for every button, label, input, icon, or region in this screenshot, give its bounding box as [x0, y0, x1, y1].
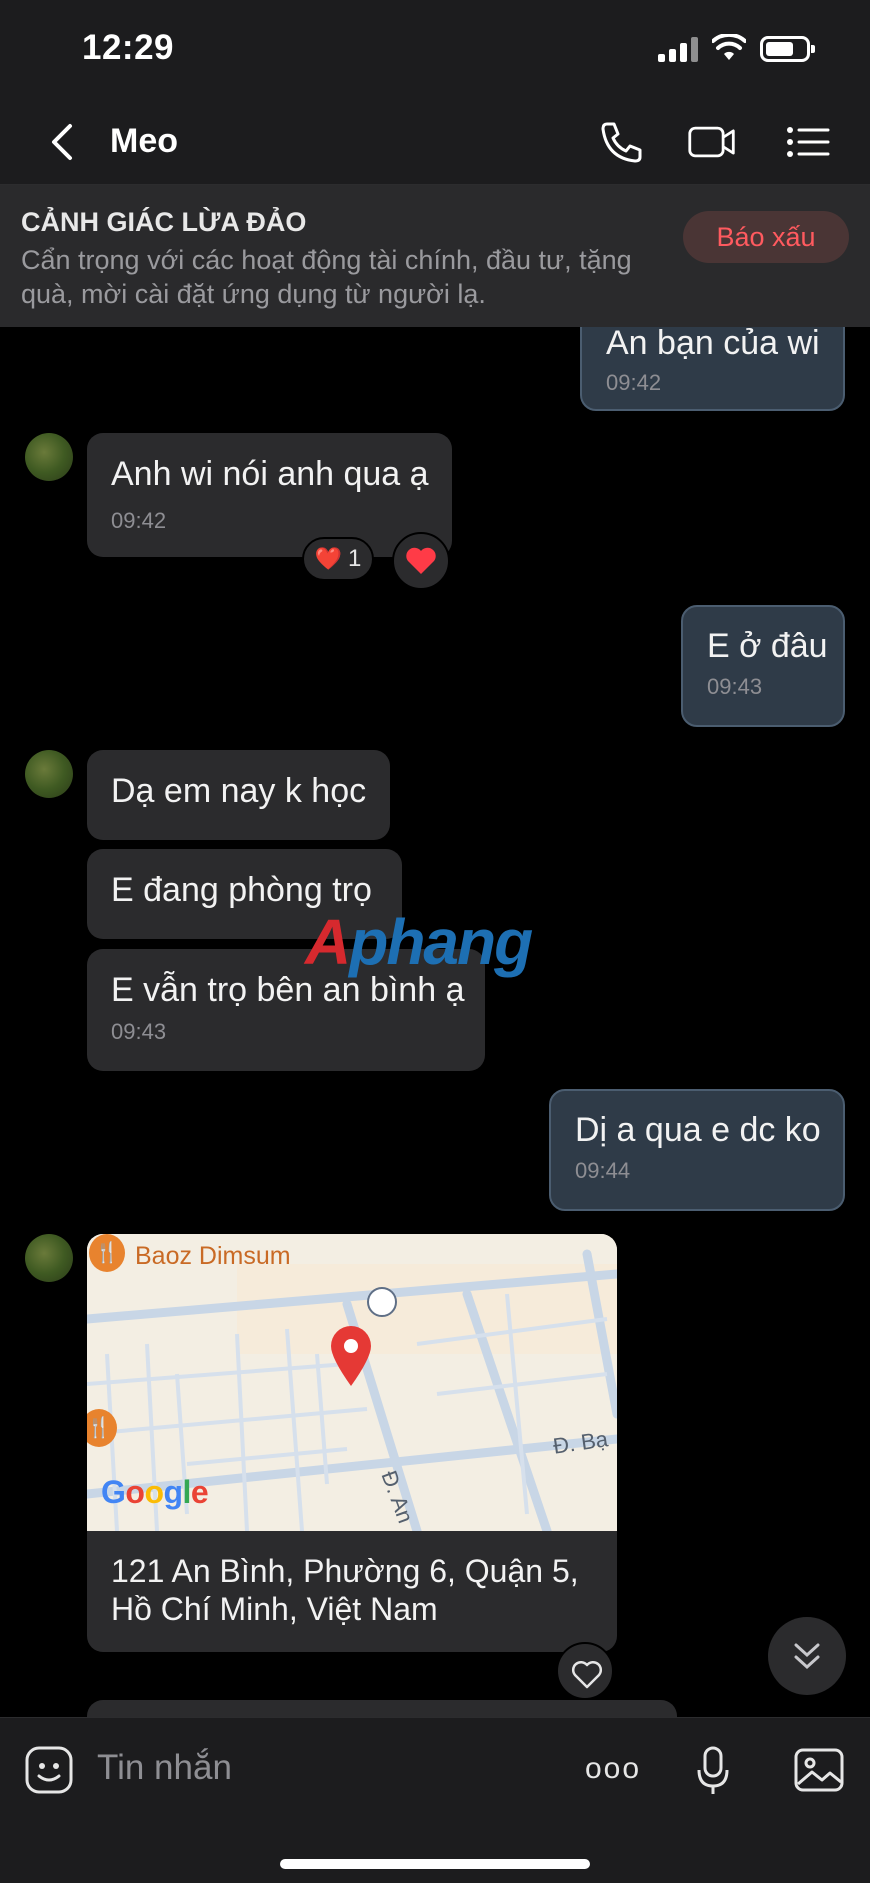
- message-time: 09:42: [111, 508, 167, 533]
- location-pin-icon: [331, 1326, 371, 1386]
- back-icon[interactable]: [42, 120, 82, 164]
- location-address: 121 An Bình, Phường 6, Quận 5, Hồ Chí Mi…: [111, 1552, 579, 1628]
- message-bubble-incoming[interactable]: Dạ em nay k học: [87, 750, 390, 840]
- watermark: Aphang: [305, 906, 533, 978]
- message-text: Anh wi nói anh qua ạ: [111, 455, 429, 493]
- bus-stop-icon: [367, 1287, 397, 1317]
- message-bubble-outgoing[interactable]: An bạn của wi 09:42: [580, 327, 845, 411]
- message-time: 09:44: [575, 1158, 631, 1183]
- heart-reaction-icon: ❤️: [314, 546, 343, 571]
- video-icon[interactable]: [687, 118, 737, 166]
- contact-name[interactable]: Meo: [110, 122, 178, 161]
- message-bubble-incoming[interactable]: [87, 1700, 677, 1717]
- report-button[interactable]: Báo xấu: [683, 211, 849, 263]
- battery-icon: [760, 36, 815, 62]
- heart-icon: [406, 547, 436, 574]
- more-options-icon[interactable]: ooo: [585, 1752, 641, 1786]
- banner-text: Cẩn trọng với các hoạt động tài chính, đ…: [21, 245, 632, 309]
- scam-warning-banner: CẢNH GIÁC LỪA ĐẢO Cẩn trọng với các hoạt…: [0, 185, 870, 327]
- message-list[interactable]: An bạn của wi 09:42 Anh wi nói anh qua ạ…: [0, 327, 870, 1717]
- microphone-icon[interactable]: [695, 1742, 731, 1798]
- message-bubble-outgoing[interactable]: E ở đâu 09:43: [681, 605, 845, 727]
- status-bar: 12:29: [0, 0, 870, 100]
- message-text: Dạ em nay k học: [111, 772, 367, 810]
- reaction-count: 1: [348, 545, 362, 572]
- status-time: 12:29: [82, 28, 175, 67]
- message-text: Dị a qua e dc ko: [575, 1111, 821, 1149]
- react-heart-button[interactable]: [556, 1642, 614, 1700]
- signal-icon: [658, 36, 700, 62]
- address-line: Hồ Chí Minh, Việt Nam: [111, 1591, 438, 1627]
- double-chevron-down-icon: [794, 1643, 820, 1670]
- message-text: An bạn của wi: [606, 327, 820, 362]
- map-preview[interactable]: 🍴 Baoz Dimsum 🍴 Đ. Bạ Đ. An Google: [87, 1234, 617, 1536]
- message-input-bar: Tin nhắn ooo: [0, 1717, 870, 1883]
- google-logo: Google: [101, 1474, 209, 1510]
- message-bubble-outgoing[interactable]: Dị a qua e dc ko 09:44: [549, 1089, 845, 1211]
- avatar[interactable]: [25, 433, 73, 481]
- restaurant-icon: 🍴: [89, 1234, 125, 1272]
- gallery-icon[interactable]: [793, 1742, 845, 1798]
- battery-level: [766, 42, 793, 56]
- avatar[interactable]: [25, 1234, 73, 1282]
- heart-outline-icon: [571, 1660, 603, 1689]
- chat-header: Meo: [0, 100, 870, 185]
- react-heart-button[interactable]: [392, 532, 450, 590]
- phone-icon[interactable]: [597, 118, 647, 166]
- message-time: 09:43: [707, 674, 763, 699]
- banner-title: CẢNH GIÁC LỪA ĐẢO: [21, 207, 307, 237]
- message-bubble-incoming[interactable]: Anh wi nói anh qua ạ 09:42: [87, 433, 452, 557]
- address-line: 121 An Bình, Phường 6, Quận 5,: [111, 1553, 579, 1589]
- wifi-icon: [712, 34, 746, 60]
- map-poi-label: Baoz Dimsum: [135, 1242, 291, 1270]
- home-indicator[interactable]: [280, 1859, 590, 1869]
- message-time: 09:43: [111, 1019, 167, 1044]
- message-text: E ở đâu: [707, 627, 828, 665]
- location-card[interactable]: 🍴 Baoz Dimsum 🍴 Đ. Bạ Đ. An Google 121 A…: [87, 1234, 617, 1652]
- message-input[interactable]: Tin nhắn: [97, 1748, 232, 1788]
- avatar[interactable]: [25, 750, 73, 798]
- message-time: 09:42: [606, 370, 662, 395]
- reaction-summary[interactable]: ❤️ 1: [302, 537, 374, 581]
- scroll-to-bottom-button[interactable]: [768, 1617, 846, 1695]
- menu-icon[interactable]: [784, 118, 834, 166]
- sticker-icon[interactable]: [24, 1742, 74, 1798]
